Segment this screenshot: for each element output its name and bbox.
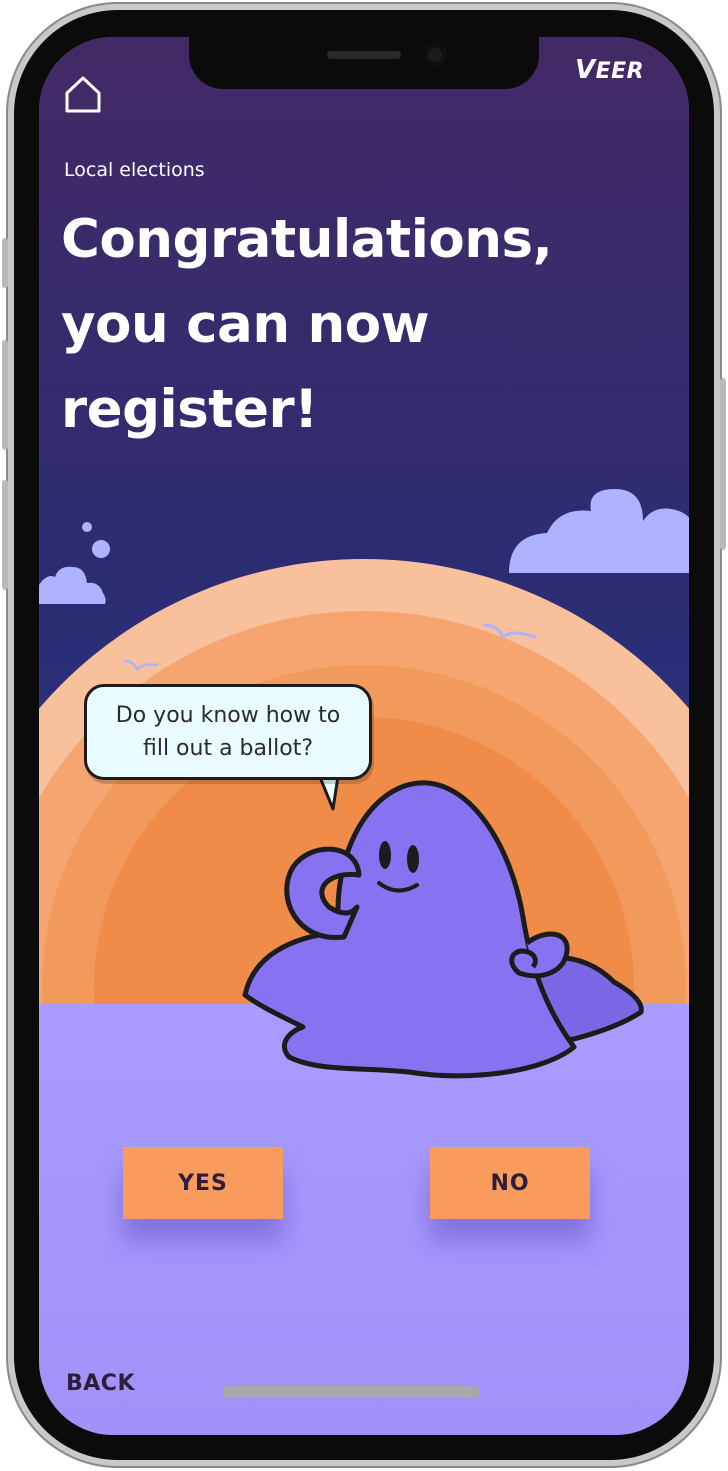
phone-notch [189, 37, 539, 89]
mascot-eye-right [407, 845, 419, 873]
no-button[interactable]: NO [430, 1147, 590, 1219]
back-button[interactable]: BACK [66, 1371, 135, 1396]
phone-volume-up [2, 340, 8, 450]
phone-power-button [720, 378, 726, 550]
home-icon [65, 76, 101, 113]
page-title: Congratulations, you can now register! [61, 197, 641, 452]
phone-volume-down [2, 480, 8, 590]
speech-bubble-line-2: fill out a ballot? [142, 736, 313, 761]
title-line-2: you can now [61, 294, 430, 355]
notch-speaker [327, 51, 401, 59]
title-line-1: Congratulations, [61, 209, 553, 270]
speech-bubble: Do you know how to fill out a ballot? [84, 684, 372, 780]
mascot-eye-left [379, 841, 391, 869]
home-indicator-bar[interactable] [222, 1386, 480, 1398]
speech-bubble-line-1: Do you know how to [115, 703, 341, 728]
home-button[interactable] [61, 73, 105, 117]
sky-dot-large [92, 540, 110, 558]
notch-camera [423, 43, 447, 67]
speech-bubble-text: Do you know how to fill out a ballot? [116, 699, 340, 765]
sky-dot-small [82, 522, 92, 532]
yes-button[interactable]: YES [123, 1147, 283, 1219]
page-eyebrow: Local elections [64, 159, 205, 181]
app-screen: VEER Local elections Congratulations, yo… [39, 37, 689, 1435]
phone-silent-switch [2, 238, 8, 288]
brand-logo: VEER [575, 55, 645, 85]
title-line-3: register! [61, 379, 318, 440]
